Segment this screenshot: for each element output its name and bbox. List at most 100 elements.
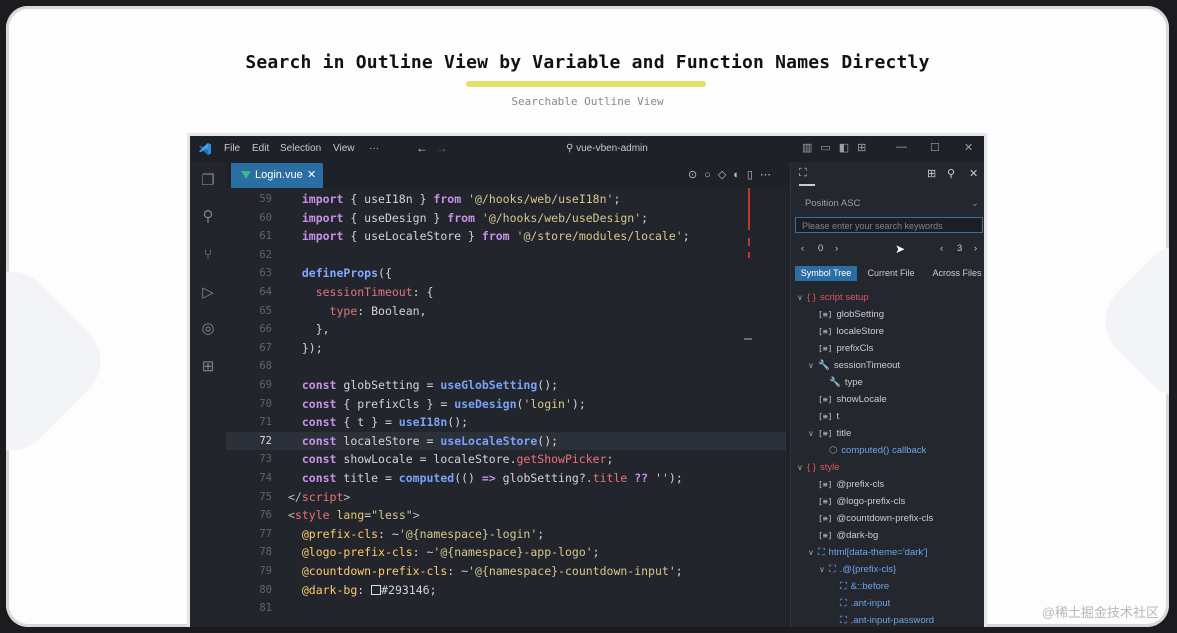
tree-item[interactable]: ∨ ⛶ html[data-theme='dark'] [808,544,928,561]
code-line[interactable]: 60 import { useDesign } from '@/hooks/we… [226,209,786,228]
code-line[interactable]: 73 const showLocale = localeStore.getSho… [226,450,786,469]
code-line[interactable]: 80 @dark-bg: #293146; [226,581,786,600]
menu-selection[interactable]: Selection [280,143,321,154]
tree-item-label: type [844,377,863,388]
scrollbar-markers[interactable] [744,188,754,627]
wrench-icon[interactable]: ⚲ [947,167,955,180]
command-center[interactable]: ⚲ vue-vben-admin [566,143,648,154]
tab-across-files[interactable]: Across Files [925,266,984,281]
tree-item[interactable]: [≡] globSetting [808,306,884,323]
source-control-icon[interactable]: ⑂ [199,246,217,264]
line-number: 59 [259,193,272,205]
chevron-down-icon[interactable]: ∨ [808,544,818,561]
symbol-kind-icon: [≡] [818,429,833,438]
extensions-icon[interactable]: ⊞ [199,358,217,376]
forward-arrow-icon[interactable]: → [436,141,448,155]
close-panel-icon[interactable]: ✕ [969,167,978,180]
code-line[interactable]: 79 @countdown-prefix-cls: ~'@{namespace}… [226,562,786,581]
menu-edit[interactable]: Edit [252,143,269,154]
code-line[interactable]: 76 <style lang="less"> [226,506,786,525]
line-number: 74 [259,472,272,484]
menu-file[interactable]: File [224,143,240,154]
sort-select[interactable]: Position ASC ⌄ [795,195,984,213]
tree-item-label: showLocale [836,394,887,405]
tree-item[interactable]: ∨{ } style [797,459,840,476]
maximize-button[interactable]: ☐ [930,141,940,154]
code-line[interactable]: 71 const { t } = useI18n(); [226,413,786,432]
line-number: 71 [259,416,272,429]
tree-item[interactable]: ∨ 🔧 sessionTimeout [808,357,900,374]
code-line[interactable]: 59 import { useI18n } from '@/hooks/web/… [226,190,786,209]
code-line[interactable]: 68 [226,357,786,376]
tree-item[interactable]: [≡] prefixCls [808,340,873,357]
tree-item[interactable]: 🔧 type [819,374,863,391]
minimize-button[interactable]: — [896,141,907,153]
line-number: 60 [259,211,272,224]
symbol-kind-icon: [≡] [818,344,833,353]
slide-frame: Search in Outline View by Variable and F… [6,6,1169,627]
tree-item[interactable]: ⛶ &::before [830,578,889,595]
code-text: const globSetting = useGlobSetting(); [301,378,559,392]
next-page-icon[interactable]: › [974,243,977,254]
tree-item[interactable]: ∨{ } script setup [797,289,869,306]
vscode-screenshot: File Edit Selection View ··· ← → ⚲ vue-v… [187,133,987,627]
code-line[interactable]: 74 const title = computed(() => globSett… [226,469,786,488]
symbol-kind-icon: ⛶ [818,547,825,558]
search-icon[interactable]: ⚲ [199,208,217,226]
editor-actions[interactable]: ⊙○◇◐▯⋯ [688,168,778,181]
outline-tree-icon[interactable]: ⛶ [799,167,807,180]
next-match-icon[interactable]: › [835,243,838,254]
code-line[interactable]: 64 sessionTimeout: { [226,283,786,302]
tree-item[interactable]: [≡] @countdown-prefix-cls [808,510,933,527]
tree-item[interactable]: ⛶ .ant-input-password [830,612,934,627]
tree-item[interactable]: [≡] @logo-prefix-cls [808,493,905,510]
code-line[interactable]: 61 import { useLocaleStore } from '@/sto… [226,227,786,246]
menu-view[interactable]: View [333,143,355,154]
code-line[interactable]: 63 defineProps({ [226,264,786,283]
code-line[interactable]: 72 const localeStore = useLocaleStore(); [226,431,786,451]
symbol-kind-icon: { } [807,462,816,473]
tree-item[interactable]: [≡] @dark-bg [808,527,878,544]
explorer-icon[interactable]: ❐ [199,172,217,190]
tree-item[interactable]: ∨ ⛶ .@{prefix-cls} [819,561,896,578]
gift-icon[interactable]: ⊞ [927,167,936,180]
tree-item-label: sessionTimeout [833,360,901,371]
menu-more[interactable]: ··· [369,143,379,154]
code-line[interactable]: 75 </script> [226,488,786,507]
code-line[interactable]: 66 }, [226,320,786,339]
outline-search-input[interactable]: Please enter your search keywords [795,217,983,233]
tree-item[interactable]: [≡] localeStore [808,323,884,340]
code-line[interactable]: 77 @prefix-cls: ~'@{namespace}-login'; [226,525,786,544]
code-line[interactable]: 78 @logo-prefix-cls: ~'@{namespace}-app-… [226,543,786,562]
chevron-down-icon[interactable]: ∨ [797,289,807,306]
tree-item[interactable]: ⛶ .ant-input [830,595,890,612]
code-line[interactable]: 81 [226,599,786,618]
prev-match-icon[interactable]: ‹ [801,243,804,254]
code-editor[interactable]: 59 import { useI18n } from '@/hooks/web/… [226,188,786,627]
tree-item[interactable]: [≡] t [808,408,839,425]
tree-item[interactable]: [≡] showLocale [808,391,887,408]
tree-item[interactable]: [≡] @prefix-cls [808,476,884,493]
code-line[interactable]: 67 }); [226,339,786,358]
tree-item[interactable]: ⬡ computed() callback [819,442,926,459]
chevron-down-icon[interactable]: ∨ [808,357,818,374]
close-window-button[interactable]: ✕ [964,141,973,154]
tree-item[interactable]: ∨ [≡] title [808,425,851,442]
run-debug-icon[interactable]: ▷ [199,284,217,302]
code-line[interactable]: 62 [226,246,786,265]
remote-icon[interactable]: ◎ [199,320,217,338]
symbol-kind-icon: ⛶ [840,598,847,609]
layout-toggle-icons[interactable]: ▥▭◧⊞ [802,141,874,154]
chevron-down-icon[interactable]: ∨ [797,459,807,476]
tab-current-file[interactable]: Current File [861,266,921,281]
code-line[interactable]: 70 const { prefixCls } = useDesign('logi… [226,395,786,414]
code-line[interactable]: 69 const globSetting = useGlobSetting(); [226,376,786,395]
tab-login-vue[interactable]: Login.vue ✕ [231,163,323,188]
close-tab-icon[interactable]: ✕ [307,163,316,188]
chevron-down-icon[interactable]: ∨ [808,425,818,442]
prev-page-icon[interactable]: ‹ [940,243,943,254]
chevron-down-icon[interactable]: ∨ [819,561,829,578]
tab-symbol-tree[interactable]: Symbol Tree [795,266,857,281]
back-arrow-icon[interactable]: ← [416,141,428,155]
code-line[interactable]: 65 type: Boolean, [226,302,786,321]
